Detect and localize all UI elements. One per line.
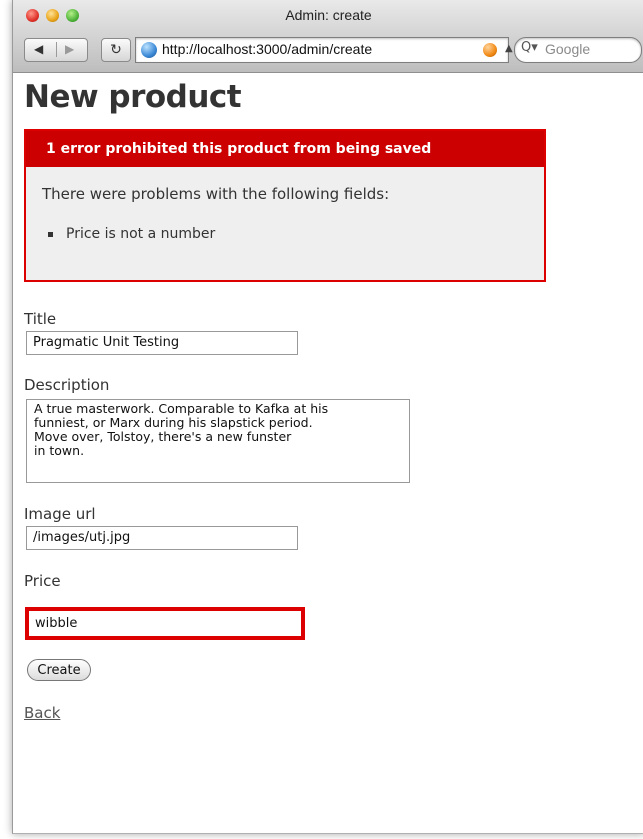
browser-window: Admin: create ◀ ▶ ↻ http://localhost:300… (12, 0, 643, 834)
image-url-label: Image url (24, 505, 96, 523)
back-forward-buttons: ◀ ▶ (24, 38, 88, 62)
search-placeholder: Google (545, 41, 591, 57)
price-field-value: wibble (35, 616, 78, 631)
address-bar[interactable]: http://localhost:3000/admin/create (135, 37, 509, 63)
divider (56, 42, 57, 57)
error-item: Price is not a number (66, 226, 216, 242)
error-header-text: 1 error prohibited this product from bei… (46, 141, 432, 157)
error-intro: There were problems with the following f… (42, 185, 390, 203)
create-button[interactable]: Create (27, 659, 91, 681)
rss-icon[interactable] (483, 43, 497, 57)
forward-arrow-icon[interactable]: ▶ (65, 42, 74, 56)
page-title: New product (24, 79, 242, 115)
title-field[interactable]: Pragmatic Unit Testing (26, 331, 298, 355)
page-content: New product 1 error prohibited this prod… (13, 73, 643, 833)
bullet-icon (48, 232, 53, 237)
error-explanation-box: 1 error prohibited this product from bei… (24, 129, 546, 282)
reload-icon: ↻ (110, 42, 122, 58)
description-label: Description (24, 376, 110, 394)
error-list: Price is not a number (48, 226, 216, 242)
error-header: 1 error prohibited this product from bei… (26, 131, 544, 167)
back-arrow-icon[interactable]: ◀ (34, 42, 43, 56)
description-field[interactable]: A true masterwork. Comparable to Kafka a… (26, 399, 410, 483)
search-input[interactable]: Q▾ Google (514, 37, 642, 63)
back-link[interactable]: Back (24, 704, 60, 722)
title-label: Title (24, 310, 57, 328)
reload-button[interactable]: ↻ (101, 38, 131, 62)
image-url-field[interactable]: /images/utj.jpg (26, 526, 298, 550)
title-field-value: Pragmatic Unit Testing (33, 335, 180, 350)
search-engine-caret-icon[interactable]: ▲ (505, 43, 513, 54)
window-title: Admin: create (285, 7, 372, 23)
url-text: http://localhost:3000/admin/create (162, 41, 373, 57)
price-field[interactable]: wibble (25, 607, 305, 640)
titlebar: Admin: create ◀ ▶ ↻ http://localhost:300… (13, 0, 643, 73)
search-icon: Q▾ (521, 40, 538, 55)
price-label: Price (24, 572, 61, 590)
image-url-field-value: /images/utj.jpg (33, 530, 131, 545)
globe-icon (141, 42, 157, 58)
